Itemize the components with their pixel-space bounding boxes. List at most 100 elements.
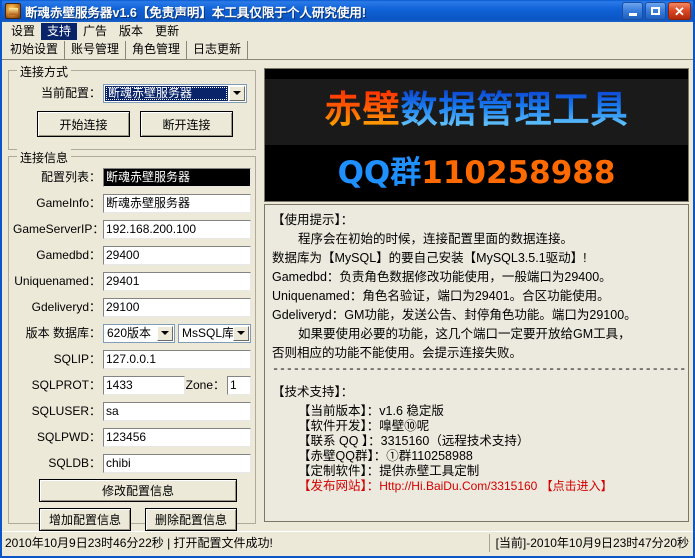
current-config-label: 当前配置： bbox=[17, 86, 101, 100]
config-list-value[interactable]: 断魂赤壁服务器 bbox=[103, 168, 251, 187]
status-message: 2010年10月9日23时46分22秒 | 打开配置文件成功! bbox=[2, 534, 489, 552]
maximize-icon bbox=[651, 7, 660, 15]
support-value-version: v1.6 稳定版 bbox=[379, 404, 444, 418]
menu-item-update[interactable]: 更新 bbox=[149, 23, 185, 40]
gameinfo-label: GameInfo： bbox=[13, 196, 101, 210]
gameserverip-label: GameServerIP： bbox=[13, 222, 101, 236]
sqluser-input[interactable]: sa bbox=[103, 402, 251, 421]
banner-title: 赤壁数据管理工具 bbox=[265, 87, 688, 133]
info-line-6: 否则相应的功能不能使用。会提示连接失败。 bbox=[272, 344, 681, 363]
gdeliveryd-label: Gdeliveryd： bbox=[13, 300, 101, 314]
right-panel: 赤壁数据管理工具 QQ群110258988 【使用提示】： 程序会在初始的时候，… bbox=[260, 60, 693, 529]
database-combo[interactable]: MsSQL库 bbox=[178, 324, 251, 343]
sqlpwd-label: SQLPWD： bbox=[13, 430, 101, 444]
banner-title-part1: 赤壁 bbox=[325, 88, 401, 131]
support-row-qq-group: 【赤壁QQ群】：①群110258988 bbox=[298, 449, 681, 464]
support-row-qq: 【联系 QQ 】：3315160（远程技术支持） bbox=[298, 434, 681, 449]
version-value: 620版本 bbox=[104, 325, 157, 342]
info-line-2: Gamedbd：负责角色数据修改功能使用，一般端口为29400。 bbox=[272, 268, 681, 287]
menu-item-support[interactable]: 支持 bbox=[41, 23, 77, 40]
support-key-version: 【当前版本】： bbox=[298, 404, 379, 418]
support-header: 【技术支持】： bbox=[272, 383, 681, 402]
tab-role-management[interactable]: 角色管理 bbox=[126, 41, 187, 59]
support-key-qq-group: 【赤壁QQ群】： bbox=[298, 449, 386, 463]
gameinfo-row: GameInfo： 断魂赤壁服务器 bbox=[13, 193, 251, 213]
promo-banner: 赤壁数据管理工具 QQ群110258988 bbox=[264, 68, 689, 202]
main-content: 连接方式 当前配置： 断魂赤壁服务器 开始连接 断开连接 连接信息 配置列表： bbox=[2, 60, 693, 553]
maximize-button[interactable] bbox=[645, 2, 666, 20]
config-list-label: 配置列表： bbox=[13, 170, 101, 184]
banner-qq-label: QQ群 bbox=[338, 155, 422, 191]
gamedbd-row: Gamedbd： 29400 bbox=[13, 245, 251, 265]
current-config-value: 断魂赤壁服务器 bbox=[105, 86, 228, 101]
uniquenamed-input[interactable]: 29401 bbox=[103, 272, 251, 291]
menu-item-ads[interactable]: 广告 bbox=[77, 23, 113, 40]
add-config-button[interactable]: 增加配置信息 bbox=[39, 508, 131, 531]
support-list: 【当前版本】：v1.6 稳定版 【软件开发】：嘷壁⑩呢 【联系 QQ 】：331… bbox=[272, 404, 681, 495]
status-current-time: [当前]-2010年10月9日23时47分20秒 bbox=[489, 534, 693, 552]
tab-account-management[interactable]: 账号管理 bbox=[65, 41, 126, 59]
sqldb-input[interactable]: chibi bbox=[103, 454, 251, 473]
tab-strip: 初始设置 账号管理 角色管理 日志更新 bbox=[2, 40, 693, 60]
support-value-qq-group: ①群110258988 bbox=[386, 449, 473, 463]
app-icon bbox=[5, 3, 21, 19]
chevron-down-icon[interactable] bbox=[157, 326, 173, 341]
info-line-0: 程序会在初始的时候，连接配置里面的数据连接。 bbox=[272, 230, 681, 249]
zone-label: Zone： bbox=[185, 378, 227, 392]
modify-config-button[interactable]: 修改配置信息 bbox=[39, 479, 237, 502]
sqlip-label: SQLIP： bbox=[13, 352, 101, 366]
sqluser-row: SQLUSER： sa bbox=[13, 401, 251, 421]
minimize-icon bbox=[629, 13, 637, 16]
gdeliveryd-input[interactable]: 29100 bbox=[103, 298, 251, 317]
minimize-button[interactable] bbox=[622, 2, 643, 20]
sqlip-input[interactable]: 127.0.0.1 bbox=[103, 350, 251, 369]
info-line-5: 如果要使用必要的功能，这几个端口一定要开放给GM工具， bbox=[272, 325, 681, 344]
current-config-combo[interactable]: 断魂赤壁服务器 bbox=[103, 84, 247, 103]
support-key-developer: 【软件开发】： bbox=[298, 419, 379, 433]
sqlprot-label: SQLPROT： bbox=[13, 378, 101, 392]
menu-bar: 设置 支持 广告 版本 更新 bbox=[2, 22, 693, 40]
zone-input[interactable]: 1 bbox=[227, 376, 251, 395]
tab-initial-settings[interactable]: 初始设置 bbox=[4, 41, 65, 59]
disconnect-button[interactable]: 断开连接 bbox=[140, 111, 233, 137]
support-row-developer: 【软件开发】：嘷壁⑩呢 bbox=[298, 419, 681, 434]
gameinfo-input[interactable]: 断魂赤壁服务器 bbox=[103, 194, 251, 213]
uniquenamed-row: Uniquenamed： 29401 bbox=[13, 271, 251, 291]
sqlprot-row: SQLPROT： 1433 Zone： 1 bbox=[13, 375, 251, 395]
gamedbd-input[interactable]: 29400 bbox=[103, 246, 251, 265]
version-database-row: 版本 数据库： 620版本 MsSQL库 bbox=[13, 323, 251, 343]
support-row-custom: 【定制软件】：提供赤壁工具定制 bbox=[298, 464, 681, 479]
sqlpwd-row: SQLPWD： 123456 bbox=[13, 427, 251, 447]
config-list-row: 配置列表： 断魂赤壁服务器 bbox=[13, 167, 251, 187]
database-value: MsSQL库 bbox=[179, 325, 233, 342]
sqlpwd-input[interactable]: 123456 bbox=[103, 428, 251, 447]
banner-qq-group: QQ群110258988 bbox=[265, 154, 688, 192]
chevron-down-icon[interactable] bbox=[233, 326, 249, 341]
version-combo[interactable]: 620版本 bbox=[103, 324, 175, 343]
support-row-website[interactable]: 【发布网站】：Http://Hi.BaiDu.Com/3315160 【点击进入… bbox=[298, 479, 681, 495]
uniquenamed-label: Uniquenamed： bbox=[13, 274, 101, 288]
gameserverip-input[interactable]: 192.168.200.100 bbox=[103, 220, 251, 239]
delete-config-button[interactable]: 删除配置信息 bbox=[145, 508, 237, 531]
current-config-row: 当前配置： 断魂赤壁服务器 bbox=[17, 83, 247, 103]
menu-item-version[interactable]: 版本 bbox=[113, 23, 149, 40]
info-line-4: Gdeliveryd：GM功能，发送公告、封停角色功能。端口为29100。 bbox=[272, 306, 681, 325]
support-key-qq: 【联系 QQ 】： bbox=[298, 434, 381, 448]
support-value-website[interactable]: Http://Hi.BaiDu.Com/3315160 【点击进入】 bbox=[379, 479, 612, 493]
info-line-3: Uniquenamed：角色名验证，端口为29401。合区功能使用。 bbox=[272, 287, 681, 306]
sqldb-label: SQLDB： bbox=[13, 456, 101, 470]
sqlprot-input[interactable]: 1433 bbox=[103, 376, 185, 395]
title-bar: 断魂赤壁服务器v1.6【免责声明】本工具仅限于个人研究使用! ✕ bbox=[2, 0, 693, 22]
close-icon: ✕ bbox=[674, 5, 685, 18]
menu-item-settings[interactable]: 设置 bbox=[5, 23, 41, 40]
gamedbd-label: Gamedbd： bbox=[13, 248, 101, 262]
chevron-down-icon[interactable] bbox=[229, 86, 245, 101]
support-value-developer: 嘷壁⑩呢 bbox=[379, 419, 429, 433]
tab-log-update[interactable]: 日志更新 bbox=[187, 41, 248, 59]
start-connection-button[interactable]: 开始连接 bbox=[37, 111, 130, 137]
info-textbox[interactable]: 【使用提示】： 程序会在初始的时候，连接配置里面的数据连接。 数据库为【MySQ… bbox=[264, 204, 689, 522]
window-title: 断魂赤壁服务器v1.6【免责声明】本工具仅限于个人研究使用! bbox=[25, 2, 366, 21]
connection-method-group: 连接方式 当前配置： 断魂赤壁服务器 开始连接 断开连接 bbox=[8, 70, 256, 150]
close-button[interactable]: ✕ bbox=[668, 2, 691, 20]
connection-info-group: 连接信息 配置列表： 断魂赤壁服务器 GameInfo： 断魂赤壁服务器 Gam… bbox=[8, 156, 256, 524]
